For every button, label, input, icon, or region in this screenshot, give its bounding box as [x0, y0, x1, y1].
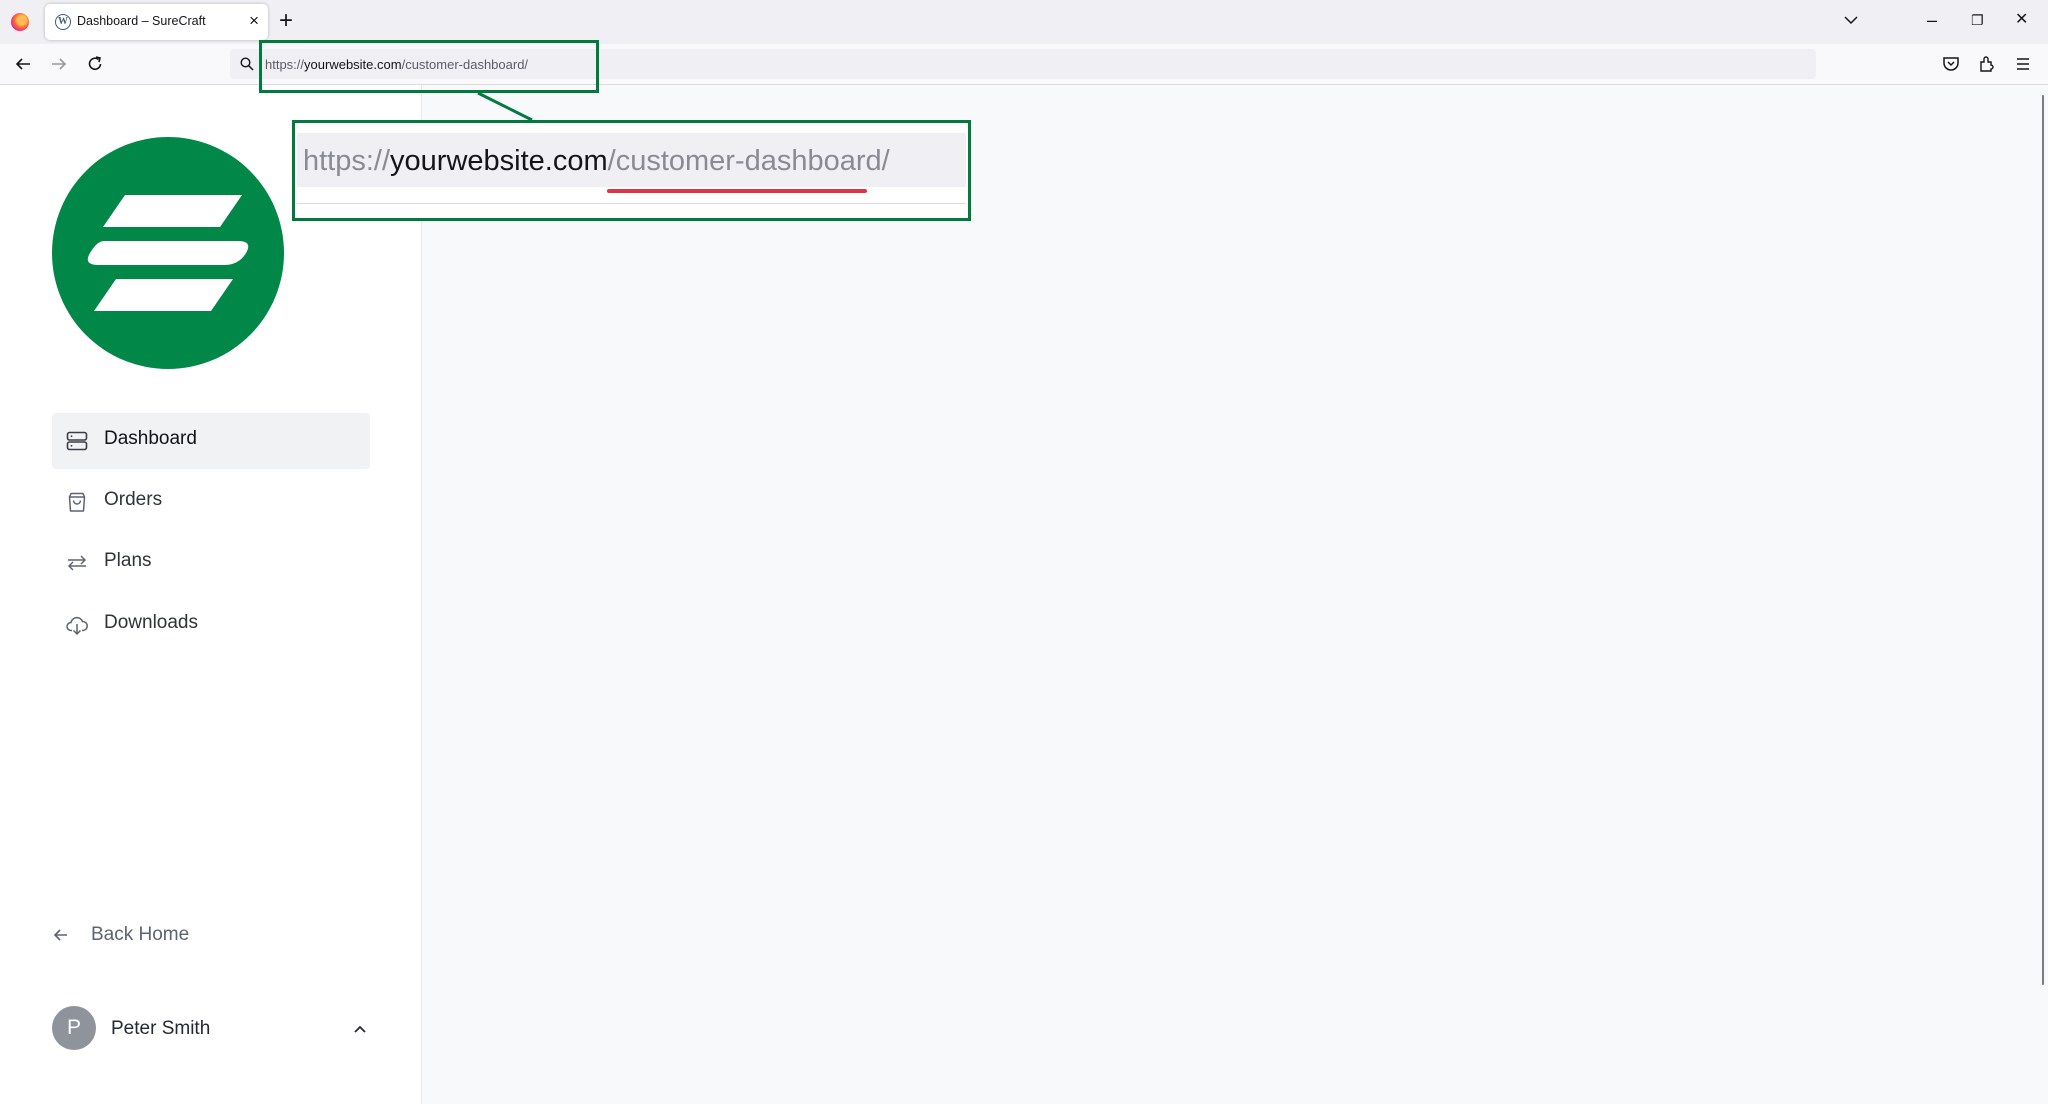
avatar: P: [52, 1006, 96, 1050]
pocket-icon[interactable]: [1942, 55, 1960, 73]
sidebar-item-label: Downloads: [104, 612, 198, 633]
zoomed-address-bar: https://yourwebsite.com/customer-dashboa…: [297, 133, 966, 187]
path-underline: [607, 189, 867, 193]
sidebar-item-plans[interactable]: Plans: [52, 535, 370, 591]
zoomed-url-text: https://yourwebsite.com/customer-dashboa…: [303, 145, 890, 178]
restore-button[interactable]: ❐: [1971, 8, 1984, 32]
scrollbar[interactable]: [2042, 95, 2044, 985]
minimize-button[interactable]: –: [1927, 8, 1937, 32]
user-menu[interactable]: P Peter Smith: [52, 1006, 370, 1052]
zoom-divider: [297, 203, 966, 204]
extensions-icon[interactable]: [1978, 55, 1996, 73]
hamburger-menu-icon[interactable]: [2014, 55, 2032, 73]
zoom-url-scheme: https://: [303, 145, 391, 177]
cloud-download-icon: [66, 616, 88, 636]
sidebar: Dashboard Orders Plans Downloads Back Ho…: [0, 85, 422, 1104]
sidebar-item-label: Dashboard: [104, 428, 197, 449]
chevron-up-icon[interactable]: [352, 1021, 368, 1037]
close-window-button[interactable]: ✕: [2015, 8, 2028, 32]
zoom-url-path: /customer-dashboard/: [607, 145, 890, 177]
arrow-left-icon: [53, 929, 67, 941]
main-content: [422, 85, 2048, 1104]
user-name: Peter Smith: [111, 1018, 211, 1039]
shopping-bag-icon: [68, 492, 86, 512]
sidebar-item-label: Orders: [104, 489, 163, 510]
surecart-logo[interactable]: [52, 137, 284, 369]
sidebar-item-orders[interactable]: Orders: [52, 474, 370, 530]
back-home-label: Back Home: [91, 924, 190, 945]
arrows-repeat-icon: [68, 555, 86, 571]
sidebar-item-dashboard[interactable]: Dashboard: [52, 413, 370, 469]
zoom-url-host: yourwebsite.com: [390, 145, 608, 177]
back-home-link[interactable]: Back Home: [52, 921, 252, 951]
url-zoom-callout: https://yourwebsite.com/customer-dashboa…: [292, 120, 971, 221]
sidebar-item-downloads[interactable]: Downloads: [52, 597, 370, 653]
callout-connector: [477, 91, 533, 122]
logo-mark-icon: [87, 195, 249, 311]
server-stack-icon: [66, 431, 88, 451]
tab-list-chevron-icon[interactable]: [1843, 12, 1859, 28]
sidebar-item-label: Plans: [104, 550, 152, 571]
